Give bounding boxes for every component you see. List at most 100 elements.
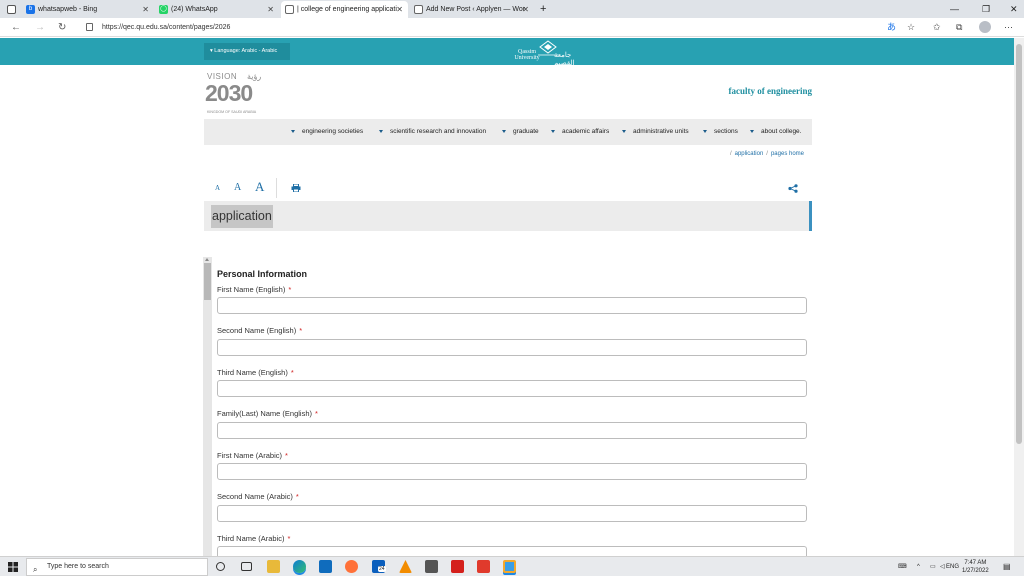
minimize-button[interactable]: — [950, 0, 959, 18]
cortana-icon[interactable] [216, 562, 225, 571]
back-arrow-icon[interactable]: ← [11, 18, 21, 37]
file-explorer-icon[interactable] [267, 560, 280, 573]
close-icon[interactable]: ✕ [267, 1, 274, 18]
anydesk-icon[interactable] [477, 560, 490, 573]
breadcrumb-separator: / [729, 151, 732, 157]
windows-taskbar: ⌕ Type here to search 24 ⌨ ^ ▭ ◁ ENG 7:4… [0, 556, 1024, 576]
first-name-english-label: First Name (English) * [217, 285, 291, 294]
menu-item-engineering-societies[interactable]: engineering societies [291, 119, 363, 145]
close-icon[interactable]: ✕ [142, 1, 149, 18]
firefox-icon[interactable] [345, 560, 358, 573]
menu-item-administrative-units[interactable]: administrative units [622, 119, 689, 145]
menu-item-about-college[interactable]: about college. [750, 119, 801, 145]
page-title-band [204, 201, 812, 231]
font-size-large-button[interactable]: A [255, 179, 264, 195]
faculty-title[interactable]: faculty of engineering [700, 86, 813, 96]
close-icon[interactable]: ✕ [522, 1, 529, 18]
tab-add-new-post[interactable]: Add New Post ‹ Applyen — Wor ✕ [410, 1, 534, 18]
menu-item-graduate[interactable]: graduate [502, 119, 539, 145]
tab-bing[interactable]: b whatsapweb - Bing ✕ [22, 1, 154, 18]
media-app-icon[interactable] [425, 560, 438, 573]
second-name-english-field[interactable] [217, 339, 807, 356]
menu-item-scientific-research[interactable]: scientific research and innovation [379, 119, 486, 145]
breadcrumb-current[interactable]: application [735, 151, 764, 157]
address-bar: ← → ↻ https://qec.qu.edu.sa/content/page… [0, 18, 1024, 37]
third-name-english-field[interactable] [217, 380, 807, 397]
menu-item-sections[interactable]: sections [703, 119, 738, 145]
second-name-arabic-field[interactable] [217, 505, 807, 522]
third-name-english-label: Third Name (English) * [217, 368, 294, 377]
favorite-add-icon[interactable]: ☆ [907, 18, 915, 37]
chevron-down-icon [750, 129, 754, 133]
favorites-icon[interactable]: ✩ [933, 18, 941, 37]
first-name-arabic-field[interactable] [217, 463, 807, 480]
browser-tab-bar: b whatsapweb - Bing ✕ ◯ (24) WhatsApp ✕ … [0, 0, 1024, 18]
language-indicator[interactable]: ENG [946, 557, 959, 577]
menu-label: academic affairs [562, 128, 610, 135]
chevron-down-icon [502, 129, 506, 133]
first-name-english-field[interactable] [217, 297, 807, 314]
keyboard-icon[interactable]: ⌨ [898, 557, 907, 577]
translate-icon[interactable]: あ [887, 18, 896, 37]
taskbar-search-input[interactable]: ⌕ Type here to search [26, 558, 208, 576]
third-name-arabic-field[interactable] [217, 546, 807, 556]
show-hidden-icons[interactable]: ^ [917, 557, 920, 577]
tab-label: | college of engineering applicati [297, 6, 397, 13]
forward-arrow-icon[interactable]: → [35, 18, 45, 37]
page-icon [285, 5, 294, 14]
print-icon[interactable] [291, 184, 301, 192]
tab-whatsapp[interactable]: ◯ (24) WhatsApp ✕ [155, 1, 279, 18]
chevron-down-icon [291, 129, 295, 133]
url-field[interactable]: https://qec.qu.edu.sa/content/pages/2026 [96, 20, 876, 35]
close-icon[interactable]: ✕ [396, 1, 403, 18]
vision-year: 2030 [205, 80, 253, 106]
main-menu: engineering societies scientific researc… [204, 119, 812, 145]
university-name: Qassim University [514, 49, 540, 61]
language-dropdown[interactable]: ▾ Language: Arabic - Arabic [204, 43, 290, 60]
tab-college-application[interactable]: | college of engineering applicati ✕ [281, 1, 408, 18]
task-view-icon[interactable] [241, 562, 252, 571]
mail-icon[interactable]: 24 [372, 560, 386, 573]
site-top-bar: ▾ Language: Arabic - Arabic Qassim Unive… [0, 38, 1014, 67]
vlc-icon[interactable] [399, 560, 412, 573]
family-name-english-field[interactable] [217, 422, 807, 439]
font-size-small-button[interactable]: A [215, 184, 220, 192]
volume-icon[interactable]: ◁ [940, 557, 945, 577]
tab-actions-icon[interactable] [2, 1, 20, 18]
qassim-university-logo[interactable]: Qassim University جامعة القصيم [510, 39, 592, 67]
close-window-button[interactable]: ✕ [1010, 0, 1018, 18]
form-scrollbar-thumb[interactable] [204, 263, 211, 300]
third-name-arabic-label: Third Name (Arabic) * [217, 534, 290, 543]
lock-icon[interactable] [86, 23, 93, 31]
label-text: Family(Last) Name (English) [217, 409, 313, 418]
acrobat-icon[interactable] [451, 560, 464, 573]
edge-browser-icon[interactable] [293, 560, 306, 573]
required-marker: * [290, 368, 294, 377]
windows-start-icon[interactable] [8, 562, 18, 572]
page-scrollbar-thumb[interactable] [1016, 44, 1022, 444]
active-app-icon[interactable] [503, 560, 516, 573]
label-text: Second Name (English) [217, 326, 297, 335]
breadcrumb-home[interactable]: pages home [771, 151, 804, 157]
profile-avatar[interactable] [979, 21, 991, 33]
chevron-down-icon [379, 129, 383, 133]
notifications-icon[interactable]: ▤ [1003, 557, 1011, 577]
form-scrollbar[interactable] [203, 257, 212, 556]
restore-button[interactable]: ❐ [982, 0, 990, 18]
tab-label: (24) WhatsApp [171, 6, 218, 13]
menu-item-academic-affairs[interactable]: academic affairs [551, 119, 609, 145]
collections-icon[interactable]: ⧉ [956, 18, 962, 37]
label-text: Second Name (Arabic) [217, 492, 293, 501]
menu-label: graduate [513, 128, 539, 135]
page-scrollbar[interactable] [1014, 38, 1024, 556]
network-icon[interactable]: ▭ [930, 557, 936, 577]
more-menu-icon[interactable]: ⋯ [1004, 18, 1013, 37]
new-tab-button[interactable]: + [540, 0, 546, 18]
font-size-medium-button[interactable]: A [234, 182, 241, 193]
microsoft-store-icon[interactable] [319, 560, 332, 573]
page-title: application [211, 205, 273, 228]
refresh-icon[interactable]: ↻ [58, 18, 66, 37]
system-clock[interactable]: 7:47 AM 1/27/2022 [962, 559, 989, 575]
share-icon[interactable] [788, 184, 798, 193]
scroll-up-icon[interactable] [205, 258, 209, 261]
